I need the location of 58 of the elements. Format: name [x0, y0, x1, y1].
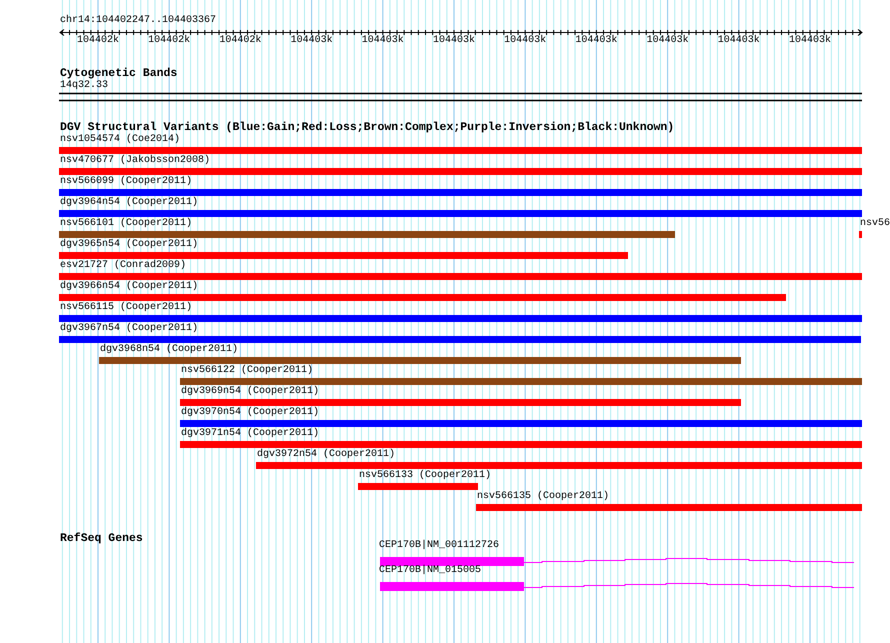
tick-label: 104403k [290, 36, 333, 46]
tick-label: 104402k [148, 36, 190, 46]
tick-label: 104403k [575, 36, 618, 46]
variant-label: nsv56 [860, 219, 890, 229]
variant-label: dgv3966n54 (Cooper2011) [60, 282, 198, 292]
variant-bar[interactable] [180, 399, 741, 406]
tick-label: 104403k [646, 36, 689, 46]
variant-label: dgv3965n54 (Cooper2011) [60, 240, 198, 250]
variant-bar[interactable] [358, 483, 478, 490]
variant-bar[interactable] [99, 357, 741, 364]
track-title: Cytogenetic Bands [60, 68, 178, 80]
tick-label: 104403k [362, 36, 404, 46]
gene-label: CEP170B|NM_001112726 [379, 541, 500, 551]
variant-label: esv21727 (Conrad2009) [60, 261, 186, 271]
variant-bar[interactable] [180, 378, 862, 385]
tick-label: 104403k [789, 36, 831, 46]
variant-label: dgv3969n54 (Cooper2011) [181, 387, 320, 397]
tick-label: 104403k [433, 36, 475, 46]
variant-label: dgv3968n54 (Cooper2011) [100, 345, 238, 355]
variant-bar[interactable] [59, 315, 862, 322]
variant-bar[interactable] [59, 210, 862, 217]
variant-bar[interactable] [859, 231, 862, 238]
variant-label: nsv566115 (Cooper2011) [60, 303, 192, 313]
variant-label: nsv566122 (Cooper2011) [181, 366, 314, 376]
tick-label: 104402k [77, 36, 119, 46]
variant-label: nsv566135 (Cooper2011) [477, 492, 610, 502]
variant-bar[interactable] [256, 462, 862, 469]
variant-bar[interactable] [59, 252, 628, 259]
variant-label: nsv1054574 (Coe2014) [60, 135, 180, 145]
variant-label: nsv566133 (Cooper2011) [359, 471, 492, 481]
variant-label: dgv3970n54 (Cooper2011) [181, 408, 320, 418]
variant-label: dgv3971n54 (Cooper2011) [181, 429, 320, 439]
track-title: RefSeq Genes [60, 533, 143, 544]
variant-bar[interactable] [476, 504, 862, 511]
variant-label: nsv470677 (Jakobsson2008) [60, 156, 210, 166]
variant-label: dgv3972n54 (Cooper2011) [257, 450, 396, 460]
gene-model[interactable] [380, 582, 854, 591]
variant-bar[interactable] [59, 189, 862, 196]
variant-label: nsv566101 (Cooper2011) [60, 219, 192, 229]
gene-model[interactable] [380, 557, 854, 566]
tick-label: 104403k [718, 36, 760, 46]
location-label: chr14:104402247..104403367 [60, 16, 216, 26]
variant-bar[interactable] [180, 420, 862, 427]
track-title: DGV Structural Variants (Blue:Gain;Red:Loss;Brown:Complex;Purple:Inversion;Black:Unknown) [60, 122, 674, 134]
variant-bar[interactable] [180, 441, 862, 448]
band-label: 14q32.33 [60, 81, 108, 91]
variant-bar[interactable] [59, 231, 675, 238]
variant-label: nsv566099 (Cooper2011) [60, 177, 192, 187]
tick-label: 104402k [219, 36, 262, 46]
variant-label: dgv3967n54 (Cooper2011) [60, 324, 198, 334]
tick-label: 104403k [504, 36, 546, 46]
variant-bar[interactable] [59, 273, 862, 280]
variant-bar[interactable] [59, 294, 786, 301]
variant-bar[interactable] [59, 147, 862, 154]
variant-bar[interactable] [59, 168, 862, 175]
variant-label: dgv3964n54 (Cooper2011) [60, 198, 198, 208]
variant-bar[interactable] [59, 336, 861, 343]
gene-label: CEP170B|NM_015005 [379, 566, 482, 576]
